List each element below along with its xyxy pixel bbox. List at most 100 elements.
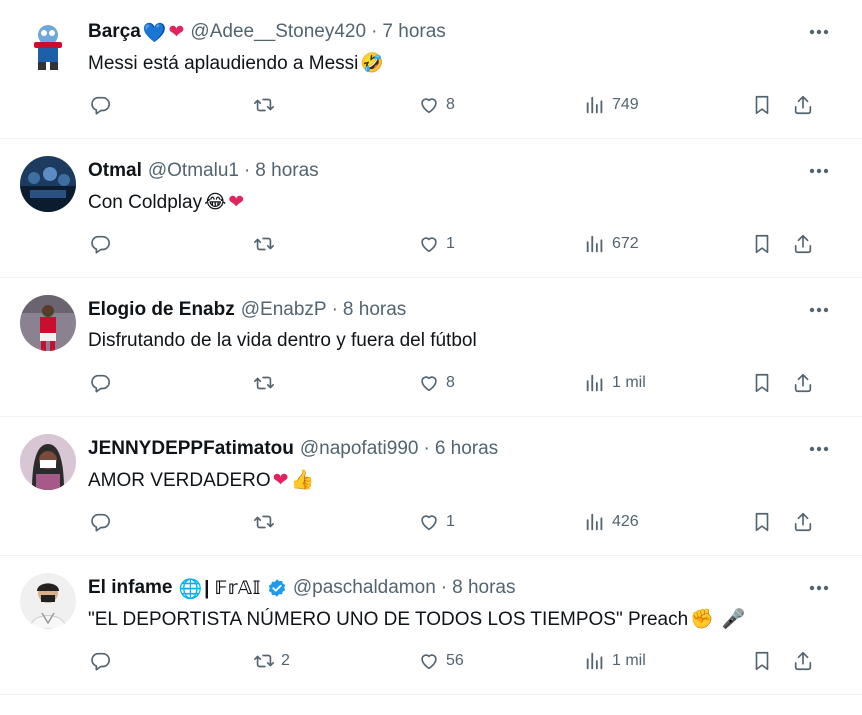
retweet-button[interactable] <box>253 363 275 403</box>
share-icon <box>794 234 812 254</box>
bookmark-button[interactable] <box>751 641 773 681</box>
tweet[interactable]: El infame 🌐 | 𝔽𝕣𝔸𝕀 @paschaldamon · 8 hor… <box>0 556 862 695</box>
display-name-suffix: | 𝔽𝕣𝔸𝕀 <box>204 577 261 599</box>
bookmark-icon <box>755 234 769 254</box>
views-button[interactable]: 672 <box>584 224 639 264</box>
like-button[interactable]: 8 <box>418 363 455 403</box>
heart-icon <box>421 98 437 114</box>
reply-icon <box>91 652 110 671</box>
share-button[interactable] <box>792 363 814 403</box>
like-button[interactable]: 1 <box>418 502 455 542</box>
tweet-text: Messi está aplaudiendo a Messi 🤣 <box>88 50 822 77</box>
like-count: 8 <box>446 96 455 113</box>
views-button[interactable]: 749 <box>584 85 639 125</box>
timestamp[interactable]: 8 horas <box>255 160 318 182</box>
user-handle[interactable]: @napofati990 <box>300 438 419 460</box>
avatar[interactable] <box>20 434 76 490</box>
bookmark-button[interactable] <box>751 502 773 542</box>
user-handle[interactable]: @Otmalu1 <box>148 160 239 182</box>
laughing-tears-emoji: 😂 <box>204 191 227 213</box>
retweet-button[interactable] <box>253 502 275 542</box>
display-name[interactable]: Otmal <box>88 160 142 182</box>
views-button[interactable]: 1 mil <box>584 363 646 403</box>
retweet-icon <box>254 237 274 251</box>
view-count: 426 <box>612 513 639 530</box>
like-button[interactable]: 1 <box>418 224 455 264</box>
display-name[interactable]: JENNYDEPPFatimatou <box>88 438 294 460</box>
display-name[interactable]: Elogio de Enabz <box>88 299 235 321</box>
tweet-text-content: "EL DEPORTISTA NÚMERO UNO DE TODOS LOS T… <box>88 609 689 630</box>
tweet[interactable]: JENNYDEPPFatimatou @napofati990 · 6 hora… <box>0 417 862 556</box>
timestamp[interactable]: 6 horas <box>435 438 498 460</box>
view-count: 1 mil <box>612 652 646 669</box>
views-icon <box>586 374 603 392</box>
heart-icon <box>421 654 437 670</box>
share-button[interactable] <box>792 85 814 125</box>
tweet-actions: 8 749 <box>0 85 862 125</box>
tweet-header: El infame 🌐 | 𝔽𝕣𝔸𝕀 @paschaldamon · 8 hor… <box>88 576 802 600</box>
avatar[interactable] <box>20 573 76 629</box>
user-handle[interactable]: @EnabzP <box>241 299 327 321</box>
display-name[interactable]: El infame <box>88 577 172 599</box>
more-icon[interactable] <box>808 578 830 598</box>
verified-badge-icon <box>267 578 287 598</box>
tweet-text-content: Messi está aplaudiendo a Messi <box>88 53 359 74</box>
reply-button[interactable] <box>89 363 111 403</box>
views-icon <box>586 235 603 253</box>
blue-heart-emoji: 💙 <box>142 21 167 44</box>
bookmark-icon <box>755 651 769 671</box>
more-icon[interactable] <box>808 22 830 42</box>
more-icon[interactable] <box>808 300 830 320</box>
like-count: 1 <box>446 513 455 530</box>
views-button[interactable]: 1 mil <box>584 641 646 681</box>
bookmark-icon <box>755 512 769 532</box>
tweet-actions: 2 56 1 mil <box>0 641 862 681</box>
share-icon <box>794 512 812 532</box>
more-icon[interactable] <box>808 439 830 459</box>
like-button[interactable]: 8 <box>418 85 455 125</box>
avatar-image <box>20 573 76 629</box>
user-handle[interactable]: @paschaldamon <box>293 577 436 599</box>
separator-dot: · <box>440 577 448 598</box>
tweet-header: Barça 💙 ❤ @Adee__Stoney420 · 7 horas <box>88 20 802 44</box>
share-button[interactable] <box>792 502 814 542</box>
reply-icon <box>91 374 110 393</box>
timestamp[interactable]: 8 horas <box>343 299 406 321</box>
tweet[interactable]: Barça 💙 ❤ @Adee__Stoney420 · 7 horas Mes… <box>0 0 862 139</box>
microphone-emoji: 🎤 <box>721 608 746 630</box>
retweet-icon <box>254 376 274 390</box>
bookmark-button[interactable] <box>751 363 773 403</box>
avatar[interactable] <box>20 295 76 351</box>
reply-button[interactable] <box>89 641 111 681</box>
share-icon <box>794 373 812 393</box>
share-button[interactable] <box>792 641 814 681</box>
retweet-button[interactable] <box>253 224 275 264</box>
user-handle[interactable]: @Adee__Stoney420 <box>190 21 366 43</box>
laughing-emoji: 🤣 <box>360 52 385 74</box>
retweet-button[interactable]: 2 <box>253 641 290 681</box>
avatar[interactable] <box>20 156 76 212</box>
tweet-actions: 1 672 <box>0 224 862 264</box>
timestamp[interactable]: 7 horas <box>382 21 445 43</box>
share-button[interactable] <box>792 224 814 264</box>
reply-button[interactable] <box>89 85 111 125</box>
views-button[interactable]: 426 <box>584 502 639 542</box>
avatar[interactable] <box>20 17 76 73</box>
tweet-header: Elogio de Enabz @EnabzP · 8 horas <box>88 298 802 322</box>
reply-button[interactable] <box>89 502 111 542</box>
reply-button[interactable] <box>89 224 111 264</box>
separator-dot: · <box>371 21 378 42</box>
timestamp[interactable]: 8 horas <box>452 577 515 599</box>
red-heart-emoji: ❤ <box>228 191 245 213</box>
bookmark-icon <box>755 95 769 115</box>
more-icon[interactable] <box>808 161 830 181</box>
tweet[interactable]: Elogio de Enabz @EnabzP · 8 horas Disfru… <box>0 278 862 417</box>
display-name[interactable]: Barça <box>88 21 141 43</box>
views-icon <box>586 513 603 531</box>
tweet[interactable]: Otmal @Otmalu1 · 8 horas Con Coldplay 😂 ❤ … <box>0 139 862 278</box>
retweet-icon <box>254 98 274 112</box>
like-button[interactable]: 56 <box>418 641 464 681</box>
bookmark-button[interactable] <box>751 224 773 264</box>
retweet-button[interactable] <box>253 85 275 125</box>
bookmark-button[interactable] <box>751 85 773 125</box>
